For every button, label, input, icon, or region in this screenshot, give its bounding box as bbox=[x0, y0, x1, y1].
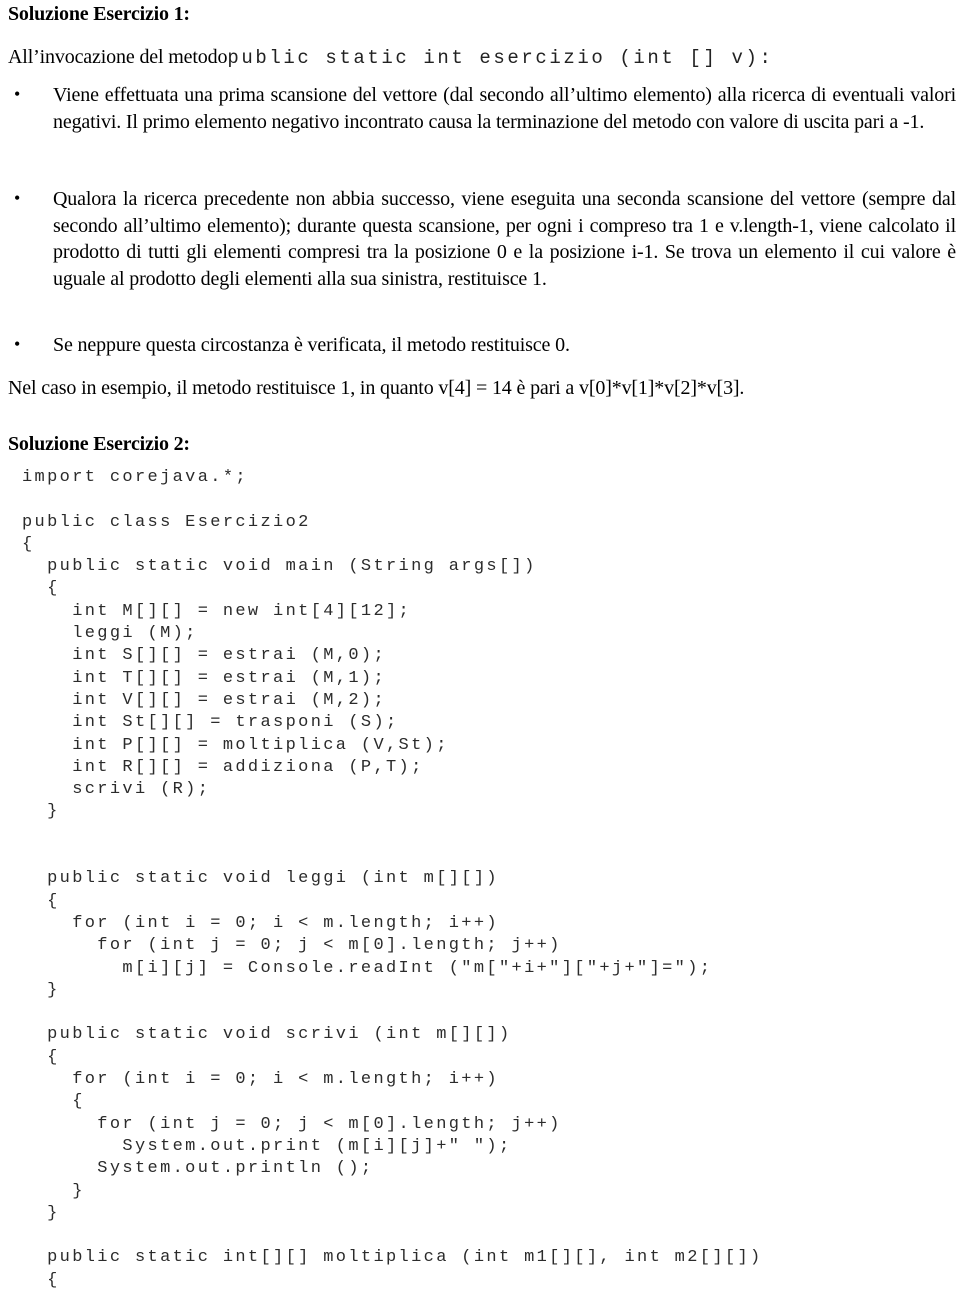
lead-prefix-text: All’invocazione del metodo bbox=[8, 46, 228, 68]
lead-paragraph-line: All’invocazione del metodopublic static … bbox=[8, 44, 954, 72]
list-item: Viene effettuata una prima scansione del… bbox=[8, 81, 956, 135]
code-listing-text: import corejava.*; public class Esercizi… bbox=[22, 468, 763, 1290]
section-heading-esercizio-1: Soluzione Esercizio 1: bbox=[8, 2, 508, 26]
list-item: Qualora la ricerca precedente non abbia … bbox=[8, 185, 956, 292]
heading-text: Soluzione Esercizio 1: bbox=[8, 3, 190, 25]
list-item: Se neppure questa circostanza è verifica… bbox=[8, 331, 956, 359]
bullet-list-third: Se neppure questa circostanza è verifica… bbox=[8, 331, 956, 359]
bullet-list: Se neppure questa circostanza è verifica… bbox=[8, 331, 956, 359]
bullet-list-first: Viene effettuata una prima scansione del… bbox=[8, 81, 956, 135]
bullet-list: Qualora la ricerca precedente non abbia … bbox=[8, 185, 956, 292]
method-signature-code: public static int esercizio (int [] v): bbox=[227, 47, 774, 69]
java-code-listing: import corejava.*; public class Esercizi… bbox=[22, 467, 952, 1292]
closing-paragraph-text: Nel caso in esempio, il metodo restituis… bbox=[8, 377, 745, 399]
bullet-list: Viene effettuata una prima scansione del… bbox=[8, 81, 956, 135]
section-heading-esercizio-2: Soluzione Esercizio 2: bbox=[8, 432, 508, 456]
bullet-list-second: Qualora la ricerca precedente non abbia … bbox=[8, 185, 956, 292]
document-page: Soluzione Esercizio 1: All’invocazione d… bbox=[0, 0, 960, 1307]
lead-paragraph: All’invocazione del metodopublic static … bbox=[8, 44, 954, 72]
closing-paragraph: Nel caso in esempio, il metodo restituis… bbox=[8, 375, 956, 402]
heading-text: Soluzione Esercizio 2: bbox=[8, 433, 190, 455]
